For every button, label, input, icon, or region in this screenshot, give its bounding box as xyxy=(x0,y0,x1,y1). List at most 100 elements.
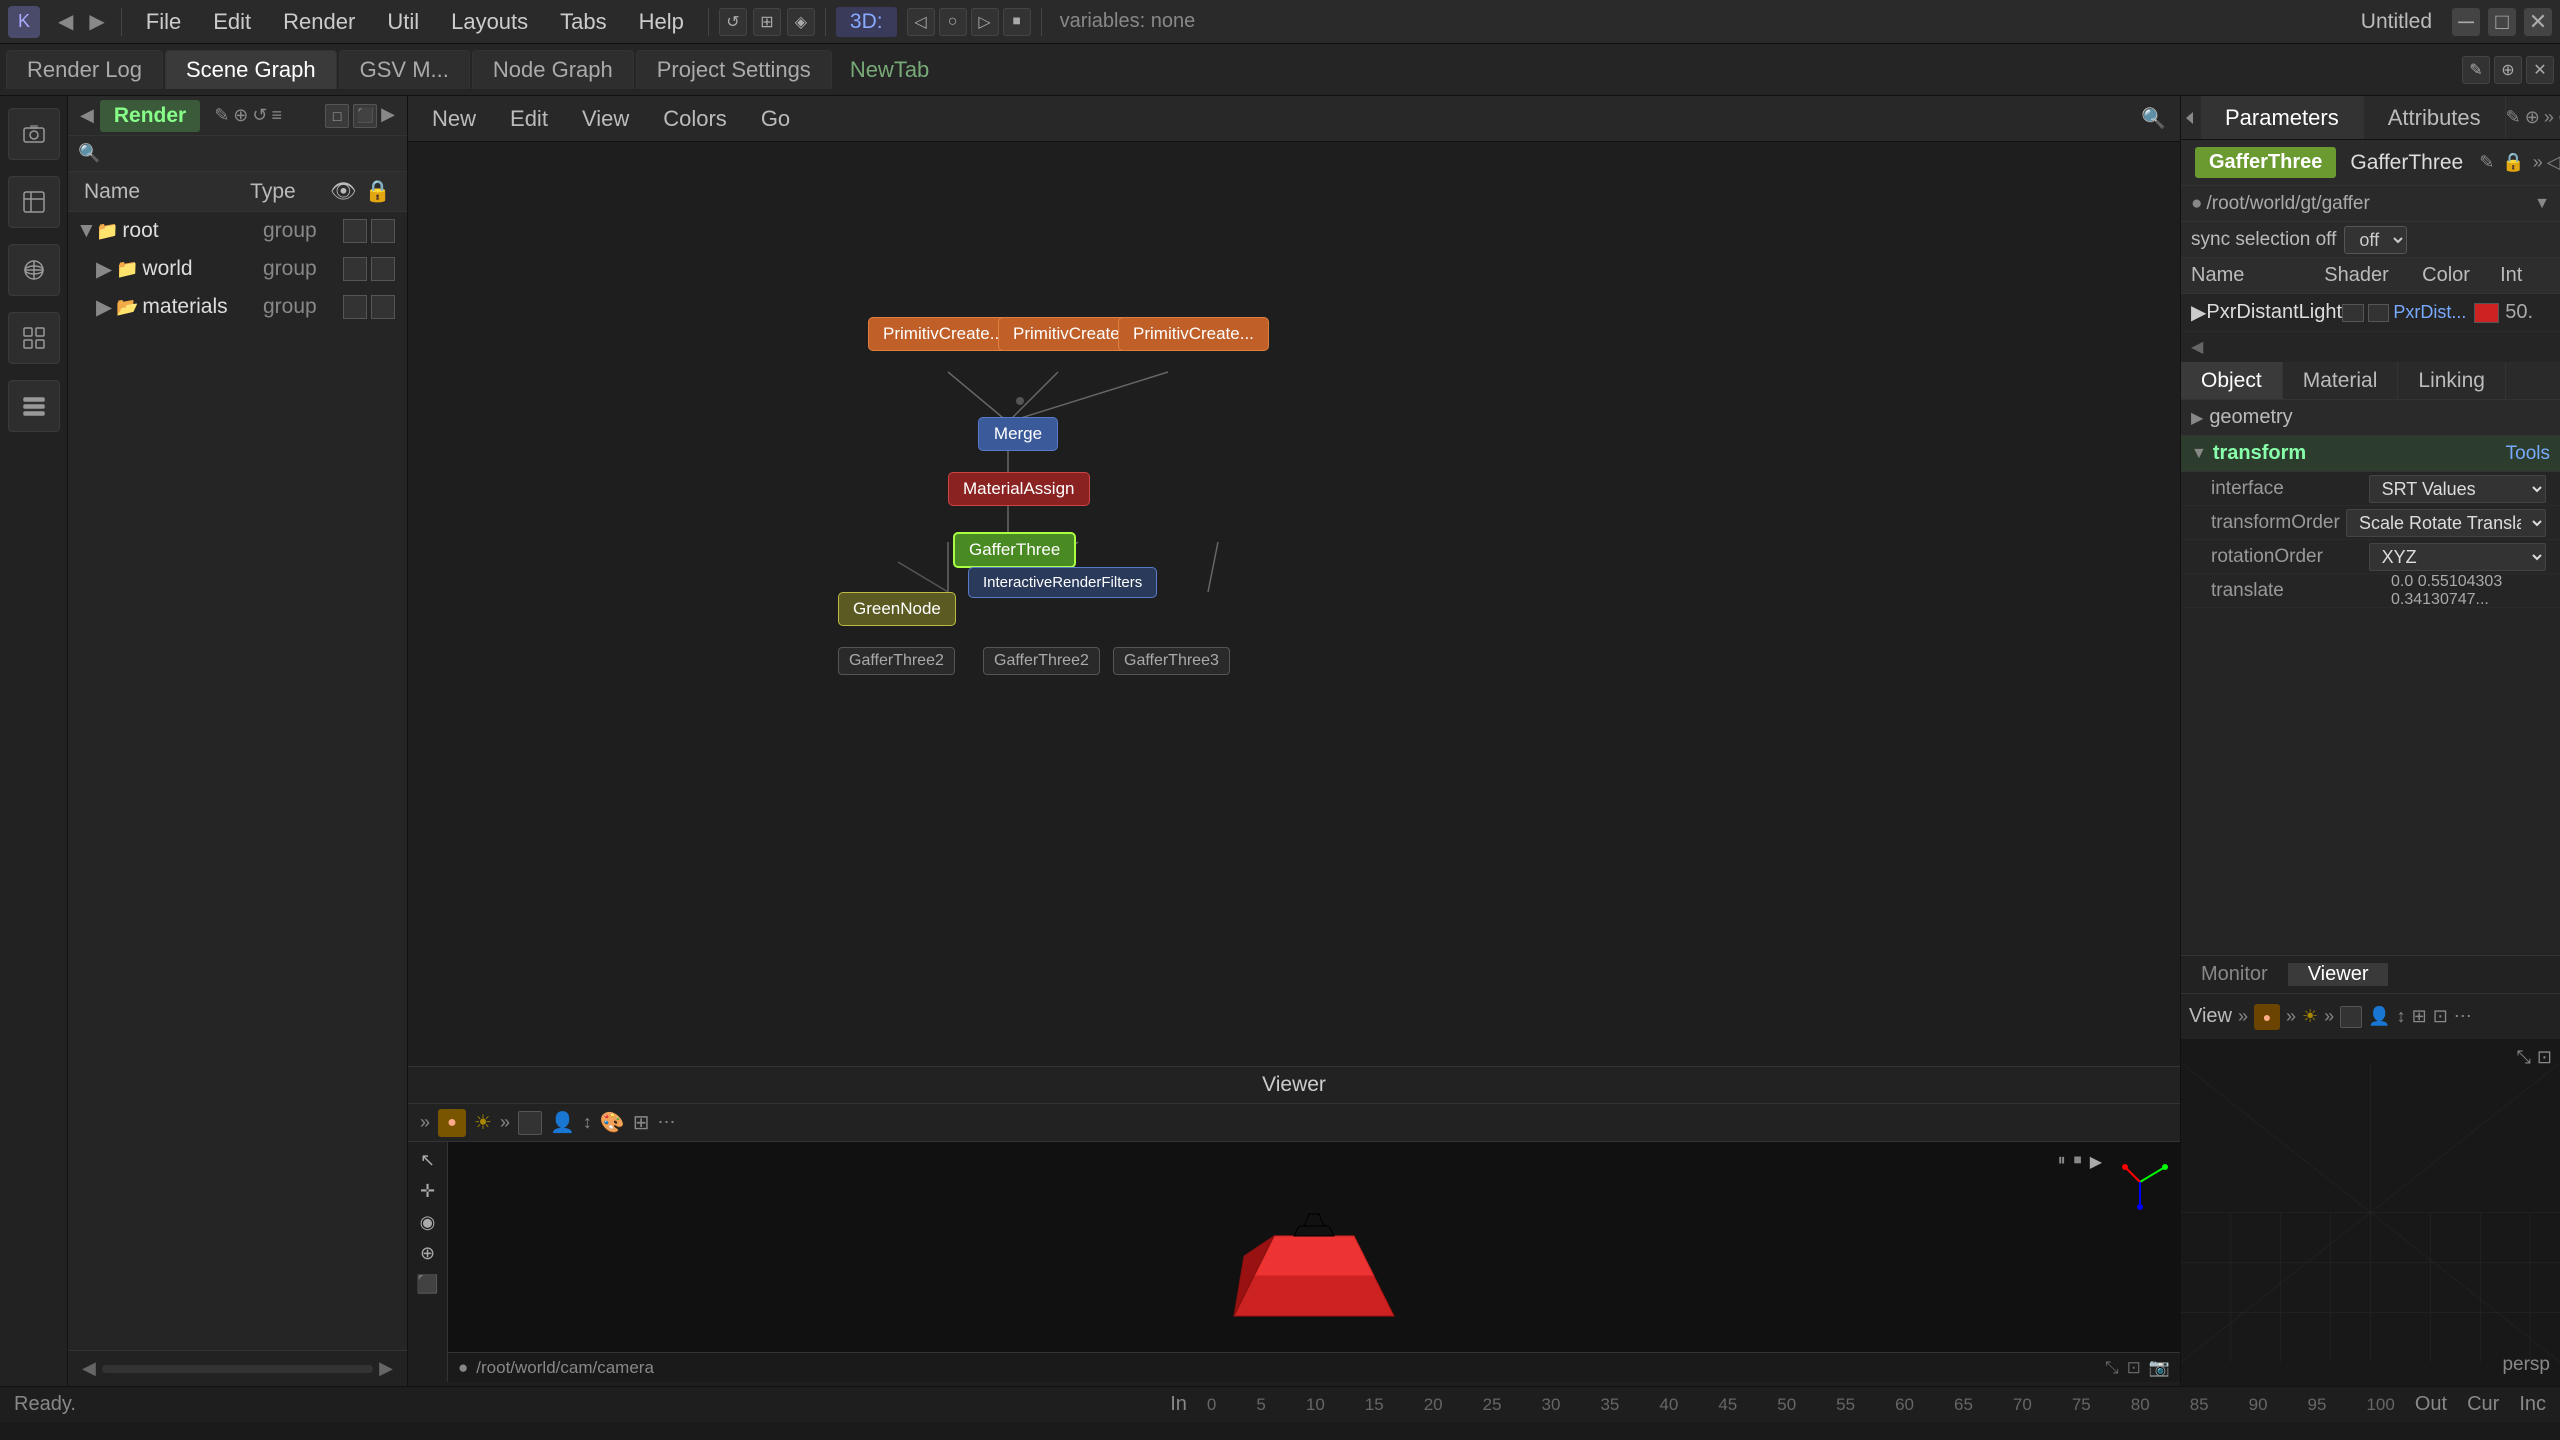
rp-icon-dots[interactable]: » xyxy=(2544,107,2554,128)
rp-icon-pencil[interactable]: ✎ xyxy=(2506,107,2521,128)
node-gafferthree2[interactable]: GafferThree2 xyxy=(838,647,955,675)
panel-icon-film[interactable]: ⬛ xyxy=(353,104,377,128)
node-lock-icon[interactable]: 🔒 xyxy=(2502,152,2524,173)
path-expand-icon[interactable]: ▼ xyxy=(2534,195,2550,213)
menu-help[interactable]: Help xyxy=(625,5,698,39)
nav-forward[interactable]: ▶ xyxy=(83,9,110,34)
nav-back[interactable]: ◀ xyxy=(52,9,79,34)
rp-collapse-icon[interactable] xyxy=(2181,96,2201,139)
vp-icon-1[interactable]: ⤡ xyxy=(2517,1047,2531,1068)
render-ctrl-2[interactable]: ○ xyxy=(939,8,967,36)
sync-dropdown[interactable]: off on xyxy=(2344,226,2407,254)
rv-render-btn[interactable]: ● xyxy=(2254,1004,2280,1030)
node-edit-icon[interactable]: ✎ xyxy=(2479,152,2494,173)
tab-icon-1[interactable]: ✎ xyxy=(2462,56,2490,84)
menu-layouts[interactable]: Layouts xyxy=(437,5,542,39)
ng-menu-colors[interactable]: Colors xyxy=(653,102,737,136)
node-interactivefilters[interactable]: InteractiveRenderFilters xyxy=(968,567,1157,598)
render-ctrl-3[interactable]: ▷ xyxy=(971,8,999,36)
vt-rect-icon[interactable] xyxy=(518,1111,542,1135)
tool-btn-2[interactable]: ⊞ xyxy=(753,8,781,36)
mode-3d[interactable]: 3D: xyxy=(836,7,897,37)
tool-transform-icon[interactable] xyxy=(8,244,60,296)
tab-material[interactable]: Material xyxy=(2283,362,2399,399)
vt-sun-icon[interactable]: ☀ xyxy=(474,1110,492,1135)
ng-menu-new[interactable]: New xyxy=(422,102,486,136)
rv-rect[interactable] xyxy=(2340,1006,2362,1028)
ng-menu-view[interactable]: View xyxy=(572,102,639,136)
root-check2[interactable] xyxy=(371,219,395,243)
render-ctrl-1[interactable]: ◁ xyxy=(907,8,935,36)
tab-newtab[interactable]: NewTab xyxy=(834,51,945,89)
tab-icon-close[interactable]: ✕ xyxy=(2526,56,2554,84)
tr-interface-select[interactable]: SRT Values xyxy=(2369,475,2546,503)
node-gafferthree-active[interactable]: GafferThree xyxy=(953,532,1076,568)
maximize-btn[interactable]: □ xyxy=(2488,8,2516,36)
right-viewport[interactable]: persp ⤡ ⊡ xyxy=(2181,1039,2560,1386)
param-check1[interactable] xyxy=(2342,304,2364,322)
root-check1[interactable] xyxy=(343,219,367,243)
col-icon-lock[interactable]: 🔒 xyxy=(365,180,391,204)
menu-render[interactable]: Render xyxy=(269,5,369,39)
panel-icon-cam[interactable]: □ xyxy=(325,104,349,128)
tab-node-graph[interactable]: Node Graph xyxy=(472,50,634,89)
ng-search-icon[interactable]: 🔍 xyxy=(2141,106,2166,131)
tab-linking[interactable]: Linking xyxy=(2398,362,2506,399)
viewer-cam-btn[interactable]: 📷 xyxy=(2149,1358,2170,1378)
rv-arrows3[interactable]: » xyxy=(2324,1006,2334,1027)
tab-render-log[interactable]: Render Log xyxy=(6,50,163,89)
menu-edit[interactable]: Edit xyxy=(199,5,265,39)
edit-pencil-icon[interactable]: ✎ xyxy=(214,105,229,126)
vlt-axis-icon[interactable]: ✛ xyxy=(420,1181,435,1202)
tab-monitor[interactable]: Monitor xyxy=(2181,963,2288,986)
vt-color-icon[interactable]: 🎨 xyxy=(600,1110,625,1135)
param-check2[interactable] xyxy=(2368,304,2390,322)
tool-grid-icon[interactable] xyxy=(8,312,60,364)
world-expand-icon[interactable]: ▶ xyxy=(96,257,116,282)
materials-check2[interactable] xyxy=(371,295,395,319)
section-geometry[interactable]: ▶ geometry xyxy=(2181,400,2560,436)
tool-btn-3[interactable]: ◈ xyxy=(787,8,815,36)
tab-icon-2[interactable]: ⊕ xyxy=(2494,56,2522,84)
tool-settings-icon[interactable] xyxy=(8,380,60,432)
section-transform[interactable]: ▼ transform Tools xyxy=(2181,436,2560,472)
rv-person[interactable]: 👤 xyxy=(2368,1006,2390,1027)
vt-arrow-icon[interactable]: ↕ xyxy=(583,1112,592,1133)
node-green-left[interactable]: GreenNode xyxy=(838,592,956,626)
vt-grid-icon[interactable]: ⊞ xyxy=(633,1110,650,1135)
materials-expand-icon[interactable]: ▶ xyxy=(96,295,116,320)
node-merge[interactable]: Merge xyxy=(978,417,1058,451)
rv-icon-b[interactable]: ⊞ xyxy=(2412,1006,2427,1027)
rv-icon-a[interactable]: ↕ xyxy=(2397,1006,2406,1027)
rv-arrows2[interactable]: » xyxy=(2286,1006,2296,1027)
ng-menu-edit[interactable]: Edit xyxy=(500,102,558,136)
tab-project-settings[interactable]: Project Settings xyxy=(636,50,832,89)
render-viewport[interactable]: ⏸ ⏹ ▶ xyxy=(448,1142,2180,1382)
rv-sun[interactable]: ☀ xyxy=(2302,1006,2318,1027)
vt-arrows2[interactable]: » xyxy=(500,1112,510,1133)
node-gafferthree3[interactable]: GafferThree3 xyxy=(1113,647,1230,675)
vlt-globe-icon[interactable]: ◉ xyxy=(420,1212,436,1233)
scroll-left-icon[interactable]: ◀ xyxy=(76,1358,102,1379)
tree-world-item[interactable]: ▶ 📁 world group xyxy=(68,250,407,288)
param-row-pxrdistantlight[interactable]: ▶ PxrDistantLight PxrDist... 50. xyxy=(2181,294,2560,332)
node-gafferthree2-mid[interactable]: GafferThree2 xyxy=(983,647,1100,675)
vlt-move-icon[interactable]: ⊕ xyxy=(420,1243,435,1264)
tab-attributes[interactable]: Attributes xyxy=(2364,96,2506,139)
panel-arrow-right[interactable]: ▶ xyxy=(381,104,395,128)
expand-icon[interactable]: ▼ xyxy=(76,219,96,243)
world-check1[interactable] xyxy=(343,257,367,281)
tab-scene-graph[interactable]: Scene Graph xyxy=(165,50,337,89)
tool-btn-1[interactable]: ↺ xyxy=(719,8,747,36)
rv-icon-d[interactable]: ⋯ xyxy=(2454,1006,2472,1027)
vp-icon-2[interactable]: ⊡ xyxy=(2537,1047,2552,1068)
render-tab[interactable]: Render xyxy=(100,100,200,132)
viewer-fit-icon[interactable]: ⊡ xyxy=(2127,1358,2141,1378)
rv-arrows[interactable]: » xyxy=(2238,1006,2248,1027)
app-icon[interactable]: K xyxy=(8,6,40,38)
node-canvas[interactable]: PrimitivCreate... PrimitivCreate... Prim… xyxy=(408,142,2180,1386)
tree-materials-item[interactable]: ▶ 📂 materials group xyxy=(68,288,407,326)
close-btn[interactable]: ✕ xyxy=(2524,8,2552,36)
stop-btn[interactable]: ⏹ xyxy=(2074,1152,2082,1212)
menu-file[interactable]: File xyxy=(132,5,195,39)
